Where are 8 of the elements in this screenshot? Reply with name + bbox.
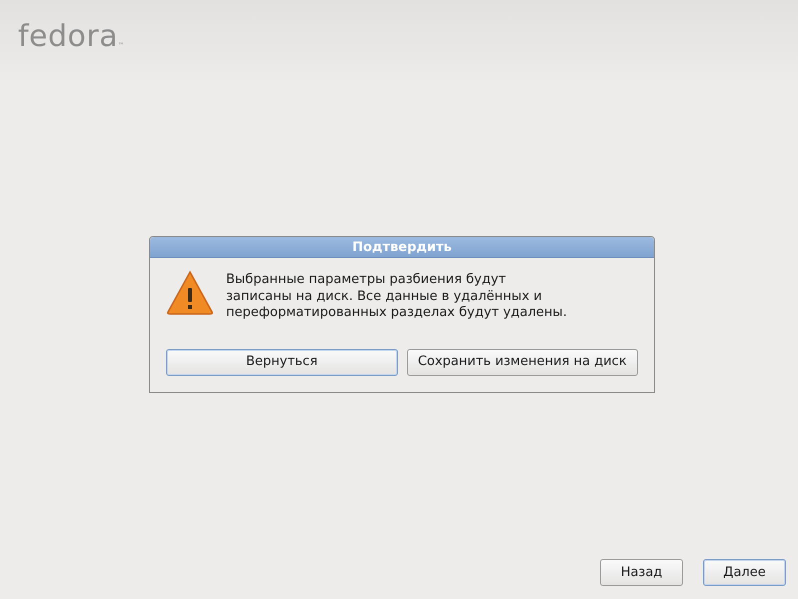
warning-icon bbox=[166, 270, 214, 316]
dialog-message: Выбранные параметры разбиения будут записаны на диск. Все данные в удалённых и переформатированных разделах будут удалены. bbox=[226, 271, 567, 322]
back-button[interactable]: Вернуться bbox=[166, 348, 398, 376]
previous-button[interactable]: Назад bbox=[600, 559, 683, 586]
dialog-title-bar: Подтвердить bbox=[150, 237, 654, 258]
save-button[interactable]: Сохранить изменения на диск bbox=[406, 348, 638, 376]
next-button[interactable]: Далее bbox=[703, 559, 786, 586]
fedora-logo: fedora bbox=[18, 22, 118, 52]
